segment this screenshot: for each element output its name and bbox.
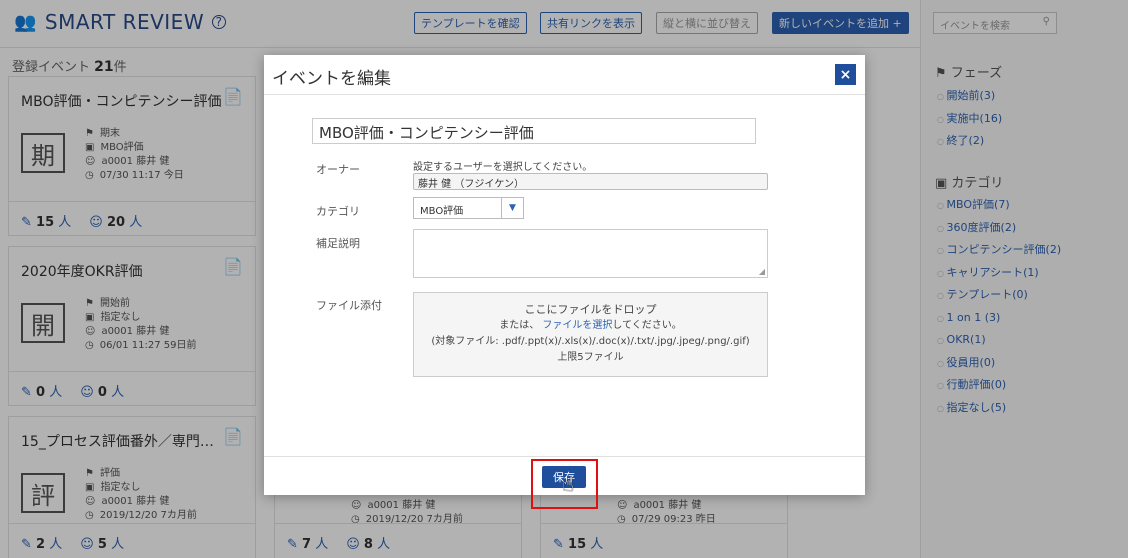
owner-label: オーナー [316, 163, 360, 176]
description-label: 補足説明 [316, 237, 360, 250]
category-value: MBO評価 [420, 206, 464, 217]
file-label: ファイル添付 [316, 299, 382, 312]
owner-field[interactable]: 藤井 健 （フジイケン） [413, 173, 768, 190]
dialog-header: イベントを編集 × [264, 55, 865, 95]
drop-main-text: ここにファイルをドロップ [524, 303, 657, 316]
close-icon[interactable]: × [835, 64, 856, 85]
select-file-link[interactable]: ファイルを選択 [542, 320, 612, 331]
category-label: カテゴリ [316, 205, 360, 218]
event-name-input[interactable]: MBO評価・コンピテンシー評価 [312, 118, 756, 144]
drop-or-text: または、 [499, 320, 540, 331]
chevron-down-icon[interactable]: ▼ [501, 198, 523, 218]
drop-after-text: してください。 [612, 320, 682, 331]
file-drop-zone[interactable]: ここにファイルをドロップ または、 ファイルを選択してください。 (対象ファイル… [413, 292, 768, 377]
category-select[interactable]: MBO評価 ▼ [413, 197, 524, 219]
description-textarea[interactable]: ◢ [413, 229, 768, 278]
dialog-title: イベントを編集 [272, 69, 391, 89]
drop-types-text: (対象ファイル: .pdf/.ppt(x)/.xls(x)/.doc(x)/.t… [431, 336, 750, 347]
edit-event-dialog: イベントを編集 × MBO評価・コンピテンシー評価 オーナー 設定するユーザーを… [264, 55, 865, 495]
owner-hint: 設定するユーザーを選択してください。 [413, 162, 593, 173]
hand-cursor-icon: ☝ [562, 472, 575, 496]
drop-limit-text: 上限5ファイル [557, 352, 624, 363]
drop-select-line: または、 ファイルを選択してください。 [414, 318, 767, 334]
resize-handle-icon[interactable]: ◢ [759, 267, 765, 276]
